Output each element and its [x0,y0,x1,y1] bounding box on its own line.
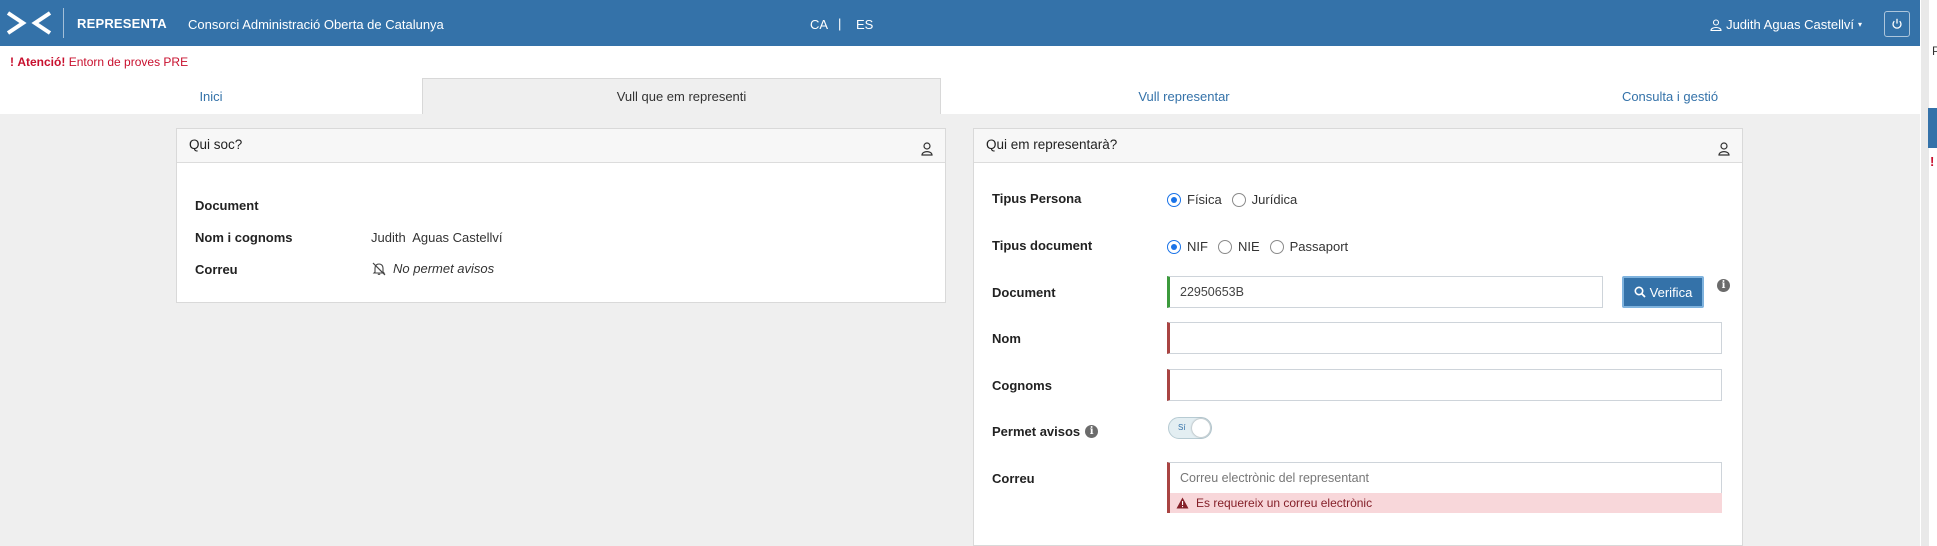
warning-strip [0,46,1920,78]
user-name: Judith Aguas Castellví [1726,17,1854,32]
power-icon [1892,18,1902,29]
language-ca-link[interactable]: CA [810,17,828,32]
document-type-nie-radio[interactable]: NIE [1217,239,1260,254]
language-es-link[interactable]: ES [856,17,873,32]
surnames-label: Cognoms [992,378,1052,393]
info-icon[interactable]: i [1717,279,1730,292]
panel-qui-soc: Qui soc? Document Nom i cognoms Judith A… [176,128,946,303]
aoc-logo-icon[interactable] [6,10,52,36]
warning-mark: ! [10,55,14,69]
warning-text: Entorn de proves PRE [68,55,189,69]
panel-qui-em-representara: Qui em representarà? Tipus Persona Físic… [973,128,1743,546]
main-tabs: Inici Vull que em representi Vull repres… [0,78,1920,114]
name-input[interactable] [1167,322,1722,354]
language-separator: | [838,16,842,31]
radio-label: NIE [1237,239,1260,254]
email-input[interactable]: Correu electrònic del representant [1167,462,1722,494]
bell-slash-icon [372,262,386,275]
person-icon [921,142,933,156]
tab-vull-que-em-representi[interactable]: Vull que em representi [422,78,941,114]
radio-label: Física [1187,192,1222,207]
tab-vull-representar[interactable]: Vull representar [941,78,1427,114]
caret-down-icon: ▾ [1857,20,1862,29]
email-label: Correu [992,471,1035,486]
document-input[interactable]: 22950653B [1167,276,1603,308]
environment-warning: ! Atenció! Entorn de proves PRE [10,55,188,69]
document-label: Document [992,285,1056,300]
radio-unchecked-indicator [1231,192,1246,207]
verify-button[interactable]: Verifica [1622,276,1704,308]
app-window: REPRESENTA Consorci Administració Oberta… [0,0,1920,546]
email-value: No permet avisos [371,261,494,276]
user-menu[interactable]: Judith Aguas Castellví ▾ [1710,17,1862,32]
document-type-passaport-radio[interactable]: Passaport [1269,239,1349,254]
tab-consulta-i-gestio[interactable]: Consulta i gestió [1427,78,1913,114]
document-type-nif-radio[interactable]: NIF [1167,239,1208,254]
radio-checked-indicator [1167,192,1181,207]
notices-label-text: Permet avisos [992,424,1081,439]
full-name-value: Judith Aguas Castellví [371,230,503,245]
panel-title: Qui soc? [189,137,243,152]
top-navbar: REPRESENTA Consorci Administració Oberta… [0,0,1920,46]
logout-button[interactable] [1884,11,1910,37]
no-notices-text: No permet avisos [393,261,495,276]
radio-label: Jurídica [1251,192,1298,207]
panel-header: Qui em representarà? [974,129,1742,163]
full-name-label: Nom i cognoms [195,230,293,245]
person-type-juridica-radio[interactable]: Jurídica [1231,192,1298,207]
document-label: Document [195,198,259,213]
vertical-scrollbar[interactable] [1921,0,1929,546]
email-error-message: Es requereix un correu electrònic [1167,493,1722,513]
radio-label: Passaport [1289,239,1349,254]
edge-text-fragment: P [1932,44,1937,58]
person-type-label: Tipus Persona [992,191,1082,206]
person-icon [1718,142,1730,156]
edge-warning-fragment: ! [1930,154,1935,169]
person-type-fisica-radio[interactable]: Física [1167,192,1222,207]
info-icon[interactable]: i [1085,425,1099,438]
document-type-radio-group: NIF NIE Passaport [1167,239,1358,254]
notices-label: Permet avisos i [992,424,1099,439]
toggle-knob [1192,419,1210,437]
toggle-text: Sí [1178,423,1186,432]
warning-title: Atenció! [17,55,66,69]
radio-label: NIF [1187,239,1208,254]
panel-header: Qui soc? [177,129,945,163]
user-icon [1710,18,1722,31]
radio-unchecked-indicator [1269,239,1284,254]
surnames-input[interactable] [1167,369,1722,401]
logo-divider [63,8,64,38]
search-icon [1634,286,1646,298]
name-label: Nom [992,331,1021,346]
right-edge-fragment: P ! [1920,0,1937,546]
radio-unchecked-indicator [1217,239,1232,254]
email-error-text: Es requereix un correu electrònic [1196,496,1373,510]
notices-toggle[interactable]: Sí [1168,417,1212,439]
document-type-label: Tipus document [992,238,1093,253]
email-label: Correu [195,262,238,277]
warning-triangle-icon [1176,497,1189,509]
radio-checked-indicator [1167,239,1181,254]
person-type-radio-group: Física Jurídica [1167,192,1307,207]
tab-inici[interactable]: Inici [0,78,422,114]
panel-title: Qui em representarà? [986,137,1118,152]
edge-navbar-fragment [1928,108,1937,148]
organization-name: Consorci Administració Oberta de Catalun… [188,17,444,32]
verify-button-label: Verifica [1649,284,1693,300]
app-name[interactable]: REPRESENTA [77,16,167,31]
